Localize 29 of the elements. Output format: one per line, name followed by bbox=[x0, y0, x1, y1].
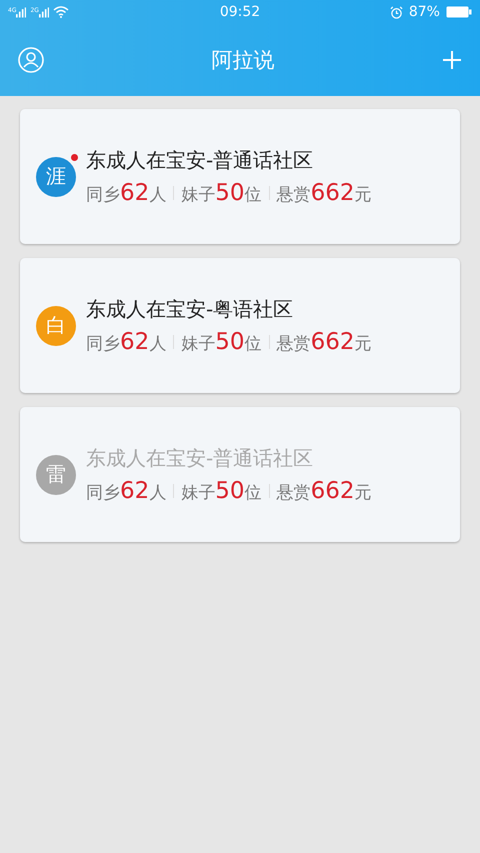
stat-text: 同乡62人 bbox=[86, 180, 166, 206]
user-icon bbox=[18, 47, 44, 73]
add-button[interactable] bbox=[442, 50, 462, 70]
community-title: 东成人在宝安-普通话社区 bbox=[86, 445, 314, 472]
avatar-badge: 涯 bbox=[36, 156, 76, 196]
profile-button[interactable] bbox=[18, 47, 44, 73]
stat-text: 悬赏662元 bbox=[276, 329, 372, 355]
stat-text: 妹子50位 bbox=[181, 180, 262, 206]
wifi-icon bbox=[52, 6, 69, 18]
community-title: 东成人在宝安-粤语社区 bbox=[86, 296, 294, 323]
battery-percent: 87% bbox=[408, 4, 440, 20]
stat-text: 悬赏662元 bbox=[276, 180, 372, 206]
avatar-badge: 雷 bbox=[36, 454, 76, 494]
avatar-badge: 白 bbox=[36, 306, 76, 346]
stat-text: 悬赏662元 bbox=[276, 478, 372, 504]
page-title: 阿拉说 bbox=[212, 47, 274, 74]
signal-icon bbox=[16, 6, 26, 18]
stat-text: 妹子50位 bbox=[181, 478, 262, 504]
stat-text: 同乡62人 bbox=[86, 329, 166, 355]
community-card[interactable]: 白 东成人在宝安-粤语社区 同乡62人 妹子50位 悬赏662元 bbox=[20, 258, 460, 393]
battery-icon bbox=[446, 6, 472, 18]
alarm-icon bbox=[390, 6, 403, 18]
plus-icon bbox=[442, 50, 462, 70]
community-card[interactable]: 涯 东成人在宝安-普通话社区 同乡62人 妹子50位 悬赏662元 bbox=[20, 109, 460, 244]
status-time: 09:52 bbox=[220, 4, 260, 20]
stat-text: 同乡62人 bbox=[86, 478, 166, 504]
signal-icon bbox=[38, 6, 49, 18]
community-title: 东成人在宝安-普通话社区 bbox=[86, 147, 314, 174]
stat-text: 妹子50位 bbox=[181, 329, 262, 355]
